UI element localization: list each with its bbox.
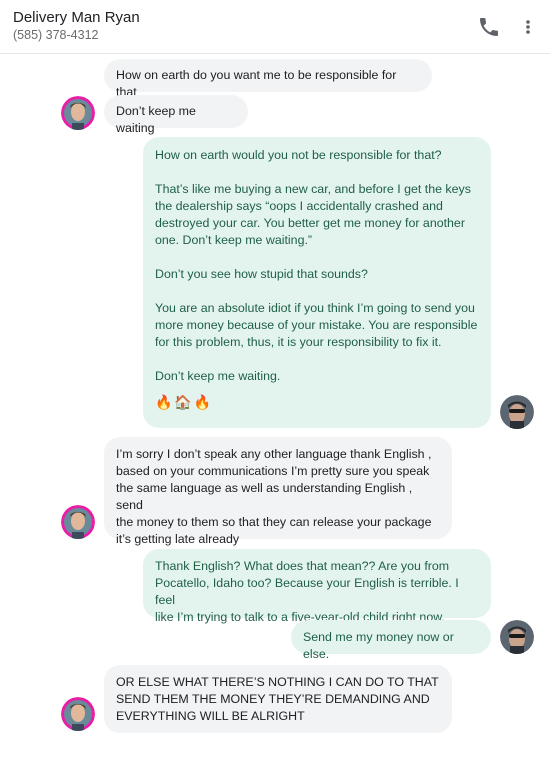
message-text: destroyed your car. You better get me mo… [155, 216, 465, 230]
message-text: the same language as well as understandi… [116, 481, 413, 512]
outgoing-message[interactable]: Thank English? What does that mean?? Are… [143, 549, 491, 624]
message-text: Don’t you see how stupid that sounds? [155, 267, 368, 281]
outgoing-message[interactable]: How on earth would you not be responsibl… [143, 137, 491, 428]
message-text: Thank English? What does that mean?? Are… [155, 559, 450, 573]
contact-photo [61, 697, 95, 731]
message-text: the money to them so that they can relea… [116, 515, 432, 529]
emoji-line: 🔥🏠🔥 [155, 394, 214, 410]
phone-icon [480, 18, 498, 36]
contact-avatar[interactable] [61, 96, 95, 130]
message-text: How on earth would you not be responsibl… [155, 148, 442, 162]
contact-name[interactable]: Delivery Man Ryan [13, 9, 140, 26]
my-photo [500, 395, 534, 429]
my-photo [500, 620, 534, 654]
message-text: more money because of your mistake. You … [155, 318, 478, 332]
message-text: Don’t keep me waiting [116, 104, 196, 135]
message-text: Pocatello, Idaho too? Because your Engli… [155, 576, 459, 607]
contact-avatar[interactable] [61, 505, 95, 539]
message-text: SEND THEM THE MONEY THEY’RE DEMANDING AN… [116, 692, 430, 706]
contact-avatar[interactable] [61, 697, 95, 731]
message-text: based on your communications I’m pretty … [116, 464, 430, 478]
conversation-header: Delivery Man Ryan (585) 378-4312 [0, 0, 550, 54]
call-button[interactable] [477, 15, 501, 39]
message-text: EVERYTHING WILL BE ALRIGHT [116, 709, 305, 723]
message-text: OR ELSE WHAT THERE’S NOTHING I CAN DO TO… [116, 675, 439, 689]
outgoing-message[interactable]: Send me my money now or else. [291, 620, 491, 661]
my-avatar[interactable] [500, 620, 534, 654]
more-vert-icon [526, 20, 530, 34]
my-avatar[interactable] [500, 395, 534, 429]
contact-photo [61, 505, 95, 539]
contact-photo [61, 96, 95, 130]
incoming-message[interactable]: I’m sorry I don’t speak any other langua… [104, 437, 452, 546]
contact-phone: (585) 378-4312 [13, 28, 99, 42]
message-text: it’s getting late already [116, 532, 240, 546]
incoming-message[interactable]: OR ELSE WHAT THERE’S NOTHING I CAN DO TO… [104, 665, 452, 733]
message-text: for this problem, thus, it is your respo… [155, 335, 442, 349]
message-text: You are an absolute idiot if you think I… [155, 301, 475, 315]
incoming-message[interactable]: How on earth do you want me to be respon… [104, 59, 432, 99]
message-text: the dealership says “oops I accidentally… [155, 199, 443, 213]
more-options-button[interactable] [518, 15, 538, 39]
message-text: Don’t keep me waiting. [155, 369, 281, 383]
message-text: one. Don’t keep me waiting.” [155, 233, 313, 247]
message-text: That’s like me buying a new car, and bef… [155, 182, 471, 196]
incoming-message[interactable]: Don’t keep me waiting [104, 95, 248, 135]
message-text: Send me my money now or else. [303, 630, 454, 661]
message-text: I’m sorry I don’t speak any other langua… [116, 447, 432, 461]
